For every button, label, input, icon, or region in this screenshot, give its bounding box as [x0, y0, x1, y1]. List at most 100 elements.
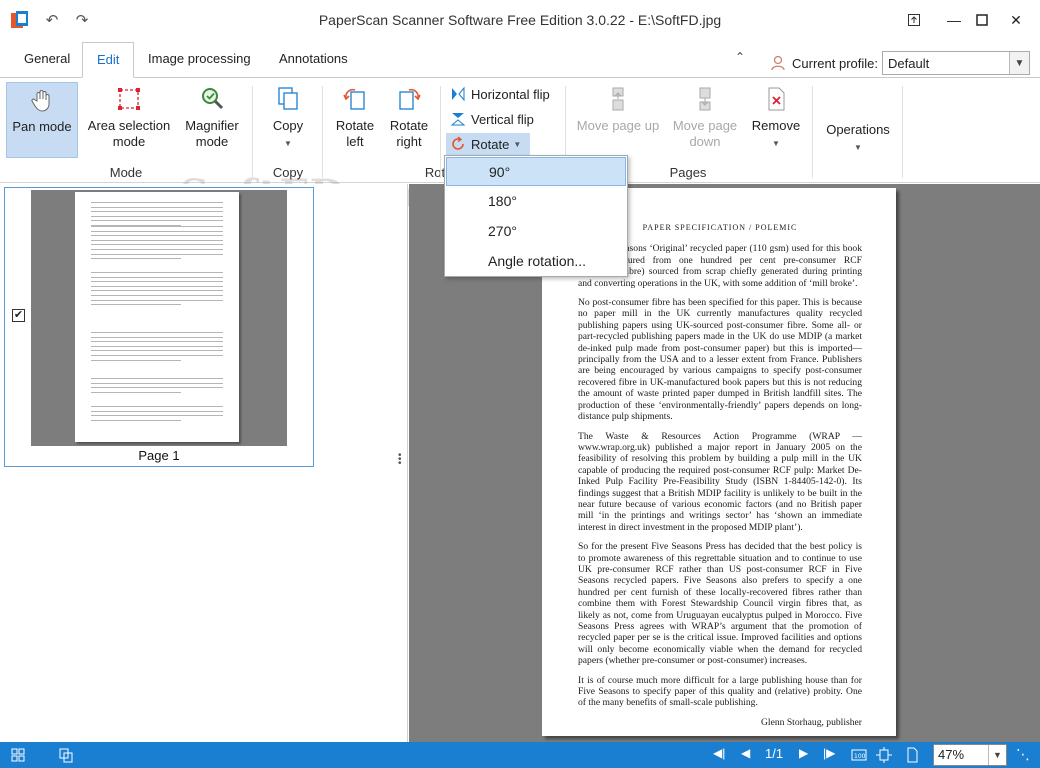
horizontal-flip-label: Horizontal flip	[471, 86, 550, 102]
horizontal-flip-button[interactable]: Horizontal flip	[450, 83, 550, 105]
thumbnail-text-line	[91, 220, 223, 222]
pan-mode-button[interactable]: Pan mode	[6, 82, 78, 158]
thumbnail-panel: ✔ Page 1	[0, 184, 392, 742]
area-selection-mode-button[interactable]: Area selection mode	[84, 82, 174, 150]
rotate-left-label-1: Rotate	[335, 118, 375, 133]
copy-label: Copy	[272, 118, 304, 133]
magnifier-label-1: Magnifier	[185, 118, 239, 133]
next-page-icon[interactable]: ▶	[799, 746, 808, 760]
thumbnail-text-line	[91, 355, 223, 356]
zoom-chevron-down-icon[interactable]: ▼	[988, 745, 1006, 765]
close-button[interactable]: ✕	[996, 4, 1036, 36]
rotate-menu-item-angle[interactable]: Angle rotation...	[446, 247, 626, 276]
zoom-select[interactable]: 47% ▼	[933, 744, 1007, 766]
rotate-dropdown-button[interactable]: Rotate ▼	[446, 133, 530, 155]
rotate-icon	[452, 136, 464, 150]
ribbon-separator	[322, 86, 323, 178]
remove-button[interactable]: Remove ▼	[748, 82, 804, 152]
thumbnail-text-line	[91, 419, 181, 421]
thumbnail-text-line	[91, 285, 223, 287]
remove-page-icon	[768, 87, 785, 111]
operations-chevron-down-icon: ▼	[854, 143, 862, 152]
pages-view-icon[interactable]	[58, 747, 74, 763]
page-text: PAPER SPECIFICATION / POLEMIC The Five S…	[578, 222, 862, 736]
splitter-grip-icon[interactable]: • • •	[398, 451, 402, 469]
restore-window-icon[interactable]	[894, 4, 934, 36]
move-page-up-icon	[612, 87, 624, 111]
first-page-icon[interactable]: ◀|	[713, 746, 725, 760]
rotate-right-label-1: Rotate	[389, 118, 429, 133]
page-paragraph: No post-consumer fibre has been specifie…	[578, 297, 862, 423]
chevron-down-icon[interactable]: ▼	[1009, 52, 1029, 74]
rotate-menu-item-270[interactable]: 270°	[446, 217, 626, 246]
ribbon-separator	[440, 86, 441, 178]
thumbnail-text-line	[91, 276, 223, 278]
remove-label: Remove	[751, 118, 801, 133]
fit-page-icon[interactable]	[876, 747, 892, 763]
vertical-flip-icon	[450, 113, 466, 126]
thumbnail-text-line	[91, 336, 223, 338]
copy-dropdown-icon: ▼	[284, 139, 292, 148]
tab-edit[interactable]: Edit	[82, 42, 135, 78]
window-title: PaperScan Scanner Software Free Edition …	[318, 12, 722, 28]
remove-chevron-down-icon: ▼	[772, 139, 780, 148]
rotate-right-icon	[399, 88, 421, 110]
rotate-menu-item-90[interactable]: 90°	[446, 157, 626, 186]
thumbnail-text-line	[91, 202, 223, 203]
mode-group-label: Mode	[109, 165, 143, 180]
tab-image-processing[interactable]: Image processing	[134, 42, 265, 78]
thumbnail-text-line	[91, 304, 181, 306]
thumbnail-text-line	[91, 350, 223, 352]
move-page-down-label-2: down	[689, 134, 721, 149]
copy-button[interactable]: Copy ▼	[262, 82, 314, 152]
thumbnail-text-line	[91, 415, 223, 417]
rotate-menu-item-180[interactable]: 180°	[446, 187, 626, 216]
pan-mode-label: Pan mode	[12, 119, 72, 134]
thumbnail-image	[31, 190, 287, 446]
thumbnail-text-line	[91, 378, 223, 379]
magnifier-mode-button[interactable]: Magnifier mode	[178, 82, 246, 150]
hand-icon	[31, 90, 50, 112]
thumbnail-text-line	[91, 230, 223, 232]
page-paragraph: The Waste & Resources Action Programme (…	[578, 430, 862, 533]
thumbnail-item[interactable]: ✔ Page 1	[4, 187, 314, 467]
area-selection-icon	[118, 88, 140, 110]
profile-select[interactable]: Default ▼	[882, 51, 1030, 75]
thumbnail-text-line	[91, 290, 223, 292]
thumbnail-text-line	[91, 211, 223, 213]
thumbnail-text-line	[91, 249, 223, 250]
rotate-left-button[interactable]: Rotate left	[330, 82, 380, 150]
page-paragraph: It is of course much more difficult for …	[578, 674, 862, 709]
resize-grip-icon[interactable]: ⋱	[1016, 746, 1030, 763]
thumbnail-checkbox[interactable]: ✔	[12, 309, 25, 322]
collapse-ribbon-icon[interactable]: ⌃	[735, 50, 745, 64]
page-signature: Glenn Storhaug, publisher	[761, 716, 862, 728]
panel-splitter[interactable]: • • •	[392, 184, 408, 742]
ribbon-tabs: General Edit Image processing Annotation…	[0, 42, 1040, 78]
thumbnail-text-line	[91, 410, 223, 412]
thumbnail-text-line	[91, 258, 181, 260]
actual-size-icon[interactable]: 100	[851, 747, 867, 763]
vertical-flip-button[interactable]: Vertical flip	[450, 108, 534, 130]
thumbnail-text-line	[91, 235, 223, 237]
tab-annotations[interactable]: Annotations	[265, 42, 362, 78]
area-selection-label-1: Area selection	[87, 118, 171, 133]
last-page-icon[interactable]: |▶	[823, 746, 835, 760]
fit-width-icon[interactable]	[904, 747, 920, 763]
title-bar: ↶ ↷ PaperScan Scanner Software Free Edit…	[0, 0, 1040, 42]
thumbnail-text-line	[91, 332, 223, 333]
previous-page-icon[interactable]: ◀	[741, 746, 750, 760]
thumbnails-view-icon[interactable]	[10, 747, 26, 763]
operations-button[interactable]: Operations ▼	[822, 122, 894, 156]
rotate-right-label-2: right	[396, 134, 422, 149]
thumbnail-text-line	[91, 206, 223, 208]
rotate-right-button[interactable]: Rotate right	[384, 82, 434, 150]
ribbon-separator	[812, 86, 813, 178]
thumbnail-text-line	[91, 299, 223, 301]
ribbon-separator	[252, 86, 253, 178]
current-profile-label: Current profile:	[792, 55, 878, 71]
status-bar: ◀| ◀ 1/1 ▶ |▶ 100 47% ▼ ⋱	[0, 742, 1040, 768]
move-page-up-button[interactable]: Move page up	[574, 82, 662, 134]
tab-general[interactable]: General	[10, 42, 84, 78]
move-page-down-button[interactable]: Move page down	[670, 82, 740, 150]
